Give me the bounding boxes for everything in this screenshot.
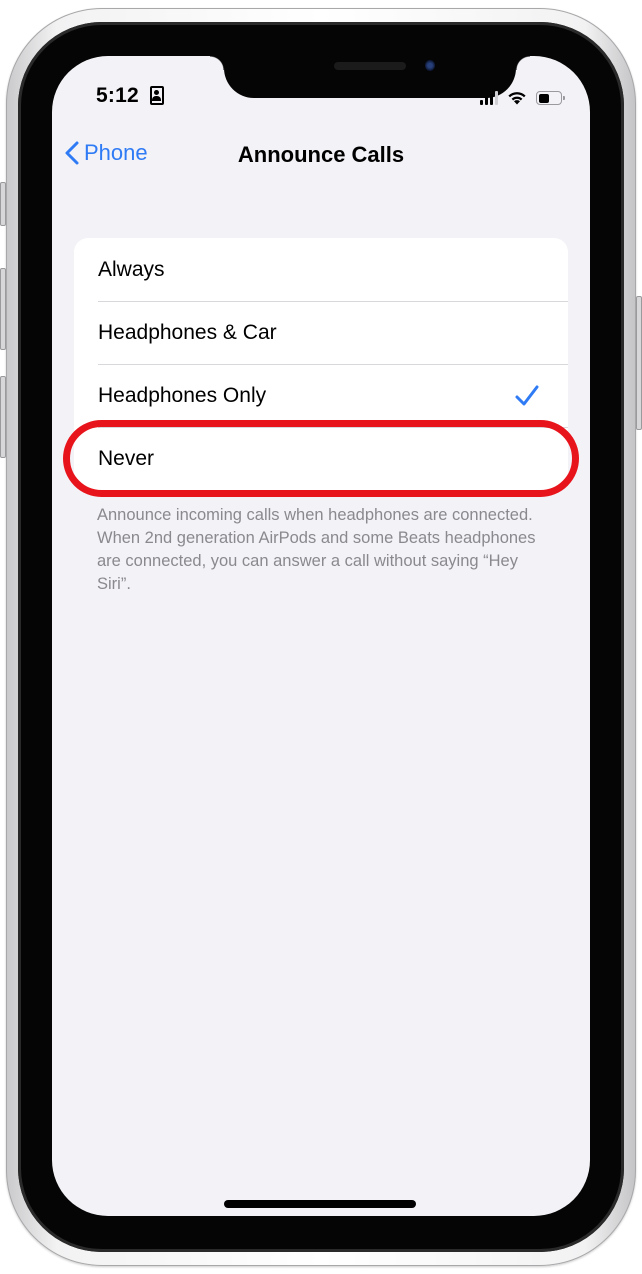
page-title: Announce Calls (237, 142, 405, 167)
speaker-grille (334, 62, 406, 70)
home-indicator[interactable] (224, 1200, 416, 1208)
checkmark-icon (515, 385, 539, 406)
side-button (636, 296, 642, 430)
volume-down-button (0, 376, 6, 458)
front-camera (425, 60, 435, 71)
option-label: Headphones & Car (98, 320, 277, 344)
option-headphones-only[interactable]: Headphones Only (74, 364, 568, 427)
signal-bar (490, 94, 493, 105)
wifi-icon (508, 92, 526, 105)
signal-bar (495, 91, 498, 105)
battery-icon (536, 91, 565, 105)
option-label: Never (98, 446, 155, 470)
battery-fill (538, 93, 549, 103)
status-icons (480, 87, 565, 105)
notch (210, 56, 530, 98)
battery-tip (563, 96, 565, 100)
option-always[interactable]: Always (74, 238, 568, 301)
volume-up-button (0, 268, 6, 350)
announce-options-list: Always Headphones & Car Headphones Only … (74, 238, 568, 490)
signal-bar (485, 97, 488, 105)
option-label: Always (98, 257, 165, 281)
cellular-signal-icon (480, 91, 498, 105)
silent-switch (0, 182, 6, 226)
options-footer-description: Announce incoming calls when headphones … (97, 506, 536, 593)
option-headphones-and-car[interactable]: Headphones & Car (74, 301, 568, 364)
status-time: 5:12 (96, 84, 139, 107)
signal-bar (480, 100, 483, 105)
option-never[interactable]: Never (74, 427, 568, 490)
screen: 5:12 Phone Announce Calls Always Headpho… (52, 56, 590, 1216)
option-label: Headphones Only (98, 383, 267, 407)
person-badge-icon (150, 86, 164, 105)
